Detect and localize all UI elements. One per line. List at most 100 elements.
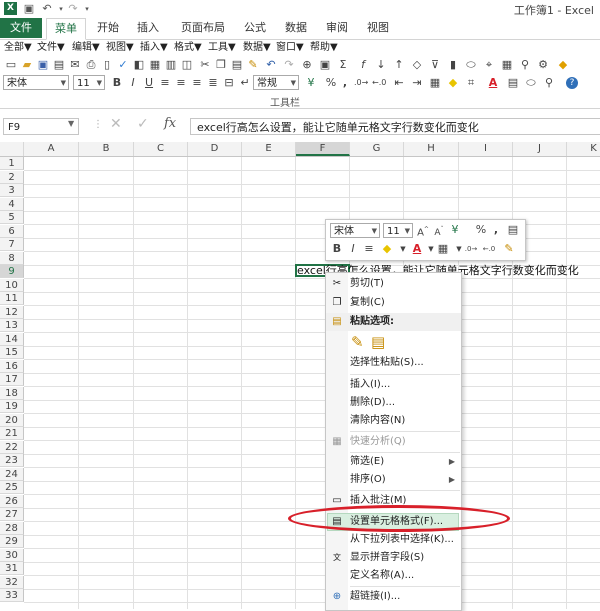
menu-item-delete[interactable]: 删除(D)... bbox=[326, 394, 461, 412]
increase-decimal-icon[interactable]: .0→ bbox=[354, 76, 368, 90]
help-icon[interactable]: ? bbox=[566, 77, 578, 89]
redo-icon[interactable]: ↷ bbox=[282, 58, 296, 72]
cancel-icon[interactable]: ✕ bbox=[110, 116, 122, 132]
format-painter-icon[interactable]: ✎ bbox=[502, 242, 516, 256]
fill-icon[interactable]: ▣ bbox=[318, 58, 332, 72]
row-header[interactable]: 3 bbox=[0, 184, 24, 197]
row-header[interactable]: 27 bbox=[0, 508, 24, 521]
menu-item-clear-contents[interactable]: 清除内容(N) bbox=[326, 412, 461, 430]
row-header[interactable]: 20 bbox=[0, 414, 24, 427]
row-header[interactable]: 13 bbox=[0, 319, 24, 332]
menu-item-show-phonetic[interactable]: 文显示拼音字段(S) bbox=[326, 549, 461, 567]
row-header[interactable]: 18 bbox=[0, 387, 24, 400]
text-highlight-icon[interactable]: ⌗ bbox=[464, 76, 478, 90]
sort-desc-icon[interactable]: ↑ bbox=[392, 58, 406, 72]
email-icon[interactable]: ✉ bbox=[68, 58, 82, 72]
menu-item-define-name[interactable]: 定义名称(A)... bbox=[326, 567, 461, 585]
row-header[interactable]: 26 bbox=[0, 495, 24, 508]
column-header[interactable]: F bbox=[296, 142, 350, 156]
options-icon[interactable]: ◆ bbox=[556, 58, 570, 72]
paste-icon[interactable]: ▤ bbox=[230, 58, 244, 72]
increase-indent-icon[interactable]: ⇥ bbox=[410, 76, 424, 90]
view-icon[interactable]: ⬭ bbox=[524, 76, 538, 90]
increase-decimal-icon[interactable]: .0→ bbox=[464, 242, 478, 256]
row-header[interactable]: 1 bbox=[0, 157, 24, 170]
select-all-corner[interactable] bbox=[0, 142, 24, 156]
function-icon[interactable]: f bbox=[356, 58, 370, 72]
row-header[interactable]: 11 bbox=[0, 292, 24, 305]
row-header[interactable]: 25 bbox=[0, 481, 24, 494]
row-header[interactable]: 32 bbox=[0, 576, 24, 589]
mini-font-size-combo[interactable]: 11 ▼ bbox=[383, 223, 413, 238]
format-painter-icon[interactable]: ✎ bbox=[246, 58, 260, 72]
column-header[interactable]: E bbox=[242, 142, 296, 156]
column-header[interactable]: K bbox=[567, 142, 600, 156]
open-icon[interactable]: ▰ bbox=[20, 58, 34, 72]
undo-icon[interactable]: ↶ bbox=[40, 2, 54, 16]
mini-comma-button[interactable]: , bbox=[489, 223, 503, 237]
row-header[interactable]: 23 bbox=[0, 454, 24, 467]
mini-italic-button[interactable]: I bbox=[346, 242, 360, 256]
menu-item-quick-analysis[interactable]: ▦ 快速分析(Q) bbox=[326, 433, 461, 451]
sort-asc-icon[interactable]: ↓ bbox=[374, 58, 388, 72]
menu-tools[interactable]: 工具▼ bbox=[208, 41, 236, 55]
translate-icon[interactable]: ▦ bbox=[148, 58, 162, 72]
menu-insert[interactable]: 插入▼ bbox=[140, 41, 168, 55]
align-left-icon[interactable]: ≡ bbox=[158, 76, 172, 90]
table-icon[interactable]: ▦ bbox=[500, 58, 514, 72]
menu-item-pick-from-list[interactable]: 从下拉列表中选择(K)... bbox=[326, 531, 461, 549]
row-header[interactable]: 22 bbox=[0, 441, 24, 454]
undo-icon[interactable]: ↶ bbox=[264, 58, 278, 72]
font-color-icon[interactable]: A bbox=[410, 242, 424, 256]
tab-menu[interactable]: 菜单 bbox=[46, 18, 86, 40]
row-header[interactable]: 5 bbox=[0, 211, 24, 224]
permission-icon[interactable]: ▤ bbox=[52, 58, 66, 72]
clear-icon[interactable]: ◇ bbox=[410, 58, 424, 72]
row-header[interactable]: 2 bbox=[0, 171, 24, 184]
menu-item-hyperlink[interactable]: ⊕ 超链接(I)... bbox=[326, 588, 461, 606]
row-header[interactable]: 31 bbox=[0, 562, 24, 575]
row-header[interactable]: 8 bbox=[0, 252, 24, 265]
column-header[interactable]: B bbox=[79, 142, 134, 156]
grow-font-icon[interactable]: A^ bbox=[416, 223, 430, 238]
column-header[interactable]: A bbox=[24, 142, 79, 156]
menu-help[interactable]: 帮助▼ bbox=[310, 41, 338, 55]
comma-button[interactable]: , bbox=[338, 76, 352, 90]
wrap-icon[interactable]: ↵ bbox=[238, 76, 252, 90]
row-header[interactable]: 28 bbox=[0, 522, 24, 535]
tab-page-layout[interactable]: 页面布局 bbox=[175, 18, 231, 38]
menu-item-paste-special[interactable]: 选择性粘贴(S)... bbox=[326, 354, 461, 372]
number-format-combo[interactable]: 常规 ▼ bbox=[253, 75, 299, 90]
row-header[interactable]: 33 bbox=[0, 589, 24, 602]
save-icon[interactable]: ▣ bbox=[22, 2, 36, 16]
row-header[interactable]: 10 bbox=[0, 279, 24, 292]
menu-item-copy[interactable]: ❐ 复制(C) bbox=[326, 294, 461, 312]
row-header[interactable]: 19 bbox=[0, 400, 24, 413]
mini-font-name-combo[interactable]: 宋体 ▼ bbox=[330, 223, 380, 238]
print-icon[interactable]: ⎙ bbox=[84, 58, 98, 72]
row-header[interactable]: 30 bbox=[0, 549, 24, 562]
align-right-icon[interactable]: ≡ bbox=[190, 76, 204, 90]
menu-file[interactable]: 文件▼ bbox=[37, 41, 65, 55]
row-header[interactable]: 16 bbox=[0, 360, 24, 373]
menu-item-sort[interactable]: 排序(O) ▶ bbox=[326, 471, 461, 489]
align-center-icon[interactable]: ≡ bbox=[174, 76, 188, 90]
menu-item-filter[interactable]: 筛选(E) ▶ bbox=[326, 453, 461, 471]
row-header[interactable]: 17 bbox=[0, 373, 24, 386]
bold-button[interactable]: B bbox=[110, 76, 124, 90]
drawing-icon[interactable]: ⌖ bbox=[482, 58, 496, 72]
enter-icon[interactable]: ✓ bbox=[137, 116, 149, 132]
thesaurus-icon[interactable]: ▥ bbox=[164, 58, 178, 72]
page-setup-icon[interactable]: ◫ bbox=[180, 58, 194, 72]
search-icon[interactable]: ⚲ bbox=[542, 76, 556, 90]
chevron-down-icon[interactable]: ▼ bbox=[68, 119, 74, 128]
mini-percent-button[interactable]: % bbox=[474, 223, 488, 237]
column-header[interactable]: J bbox=[513, 142, 567, 156]
menu-edit[interactable]: 编辑▼ bbox=[72, 41, 100, 55]
font-color-icon[interactable]: A bbox=[486, 76, 500, 90]
menu-item-cut[interactable]: ✂ 剪切(T) bbox=[326, 275, 461, 293]
research-icon[interactable]: ◧ bbox=[132, 58, 146, 72]
insert-function-button[interactable]: fx bbox=[164, 116, 176, 131]
chevron-down-icon[interactable]: ▼ bbox=[396, 242, 410, 256]
menu-item-insert[interactable]: 插入(I)... bbox=[326, 376, 461, 394]
